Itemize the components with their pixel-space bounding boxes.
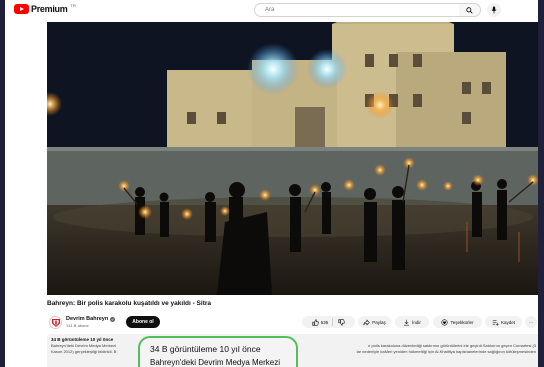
download-button[interactable]: İndir [395, 316, 429, 328]
channel-name[interactable]: Devrim Bahreyn [66, 316, 116, 322]
download-icon [404, 319, 410, 325]
share-icon [363, 318, 370, 326]
video-player[interactable] [47, 22, 539, 295]
search-input[interactable] [255, 4, 463, 16]
channel-name-text: Devrim Bahreyn [66, 316, 109, 322]
download-label: İndir [412, 319, 421, 325]
outer-frame-left [0, 0, 5, 367]
more-actions-button[interactable]: ··· [525, 316, 537, 328]
magnified-view-count-and-date: 34 B görüntüleme 10 yıl önce [150, 344, 261, 354]
video-title: Bahreyn: Bir polis karakolu kuşatıldı ve… [47, 300, 212, 307]
thanks-label: Teşekkürler [450, 319, 474, 325]
dislike-button[interactable] [335, 318, 345, 326]
voice-search-button[interactable] [487, 3, 501, 17]
search-button[interactable] [459, 3, 481, 17]
playlist-add-icon [492, 319, 499, 326]
share-button[interactable]: Paylaş [358, 316, 391, 328]
thumbs-up-icon [312, 318, 319, 326]
youtube-watch-page: Premium TR Ara Bahreyn: Bir polis karako… [0, 0, 544, 367]
logo-country-code: TR [70, 2, 76, 8]
youtube-play-icon [14, 4, 29, 14]
like-dislike-group: 535 [302, 316, 355, 328]
outer-frame-right [538, 0, 544, 367]
more-icon: ··· [528, 319, 534, 325]
subscriber-count: 131 B abone [66, 323, 89, 328]
thanks-button[interactable]: Teşekkürler [433, 316, 482, 328]
like-count: 535 [320, 319, 329, 325]
magnified-description-callout: 34 B görüntüleme 10 yıl önce Bahreyn'dek… [138, 336, 298, 367]
super-thanks-icon [441, 318, 449, 326]
share-label: Paylaş [372, 319, 386, 325]
save-button[interactable]: Kaydet [485, 316, 522, 328]
subscribe-button[interactable]: Abone ol [126, 316, 160, 328]
save-label: Kaydet [500, 319, 515, 325]
microphone-icon [491, 6, 497, 14]
magnified-description-text: Bahreyn'deki Devrim Medya Merkezi [150, 358, 281, 367]
logo-text: Premium [31, 4, 68, 14]
view-count-and-date: 34 B görüntüleme 10 yıl önce [51, 337, 114, 342]
like-button[interactable]: 535 [312, 318, 334, 326]
thumbs-down-icon [338, 318, 345, 326]
search-box[interactable] [254, 3, 464, 17]
channel-avatar[interactable] [49, 316, 62, 329]
video-frame [47, 22, 539, 295]
search-icon [466, 6, 473, 14]
channel-logo-icon [50, 317, 61, 328]
verified-icon [110, 316, 116, 322]
youtube-premium-logo[interactable]: Premium TR [14, 2, 76, 14]
description-line-2-end: lar nedeniyle kaMeri yeniden hükmettiği … [356, 349, 536, 354]
description-line-2-start: Kasım 2012) gerçekleştiği bildirildi. B [51, 349, 117, 354]
